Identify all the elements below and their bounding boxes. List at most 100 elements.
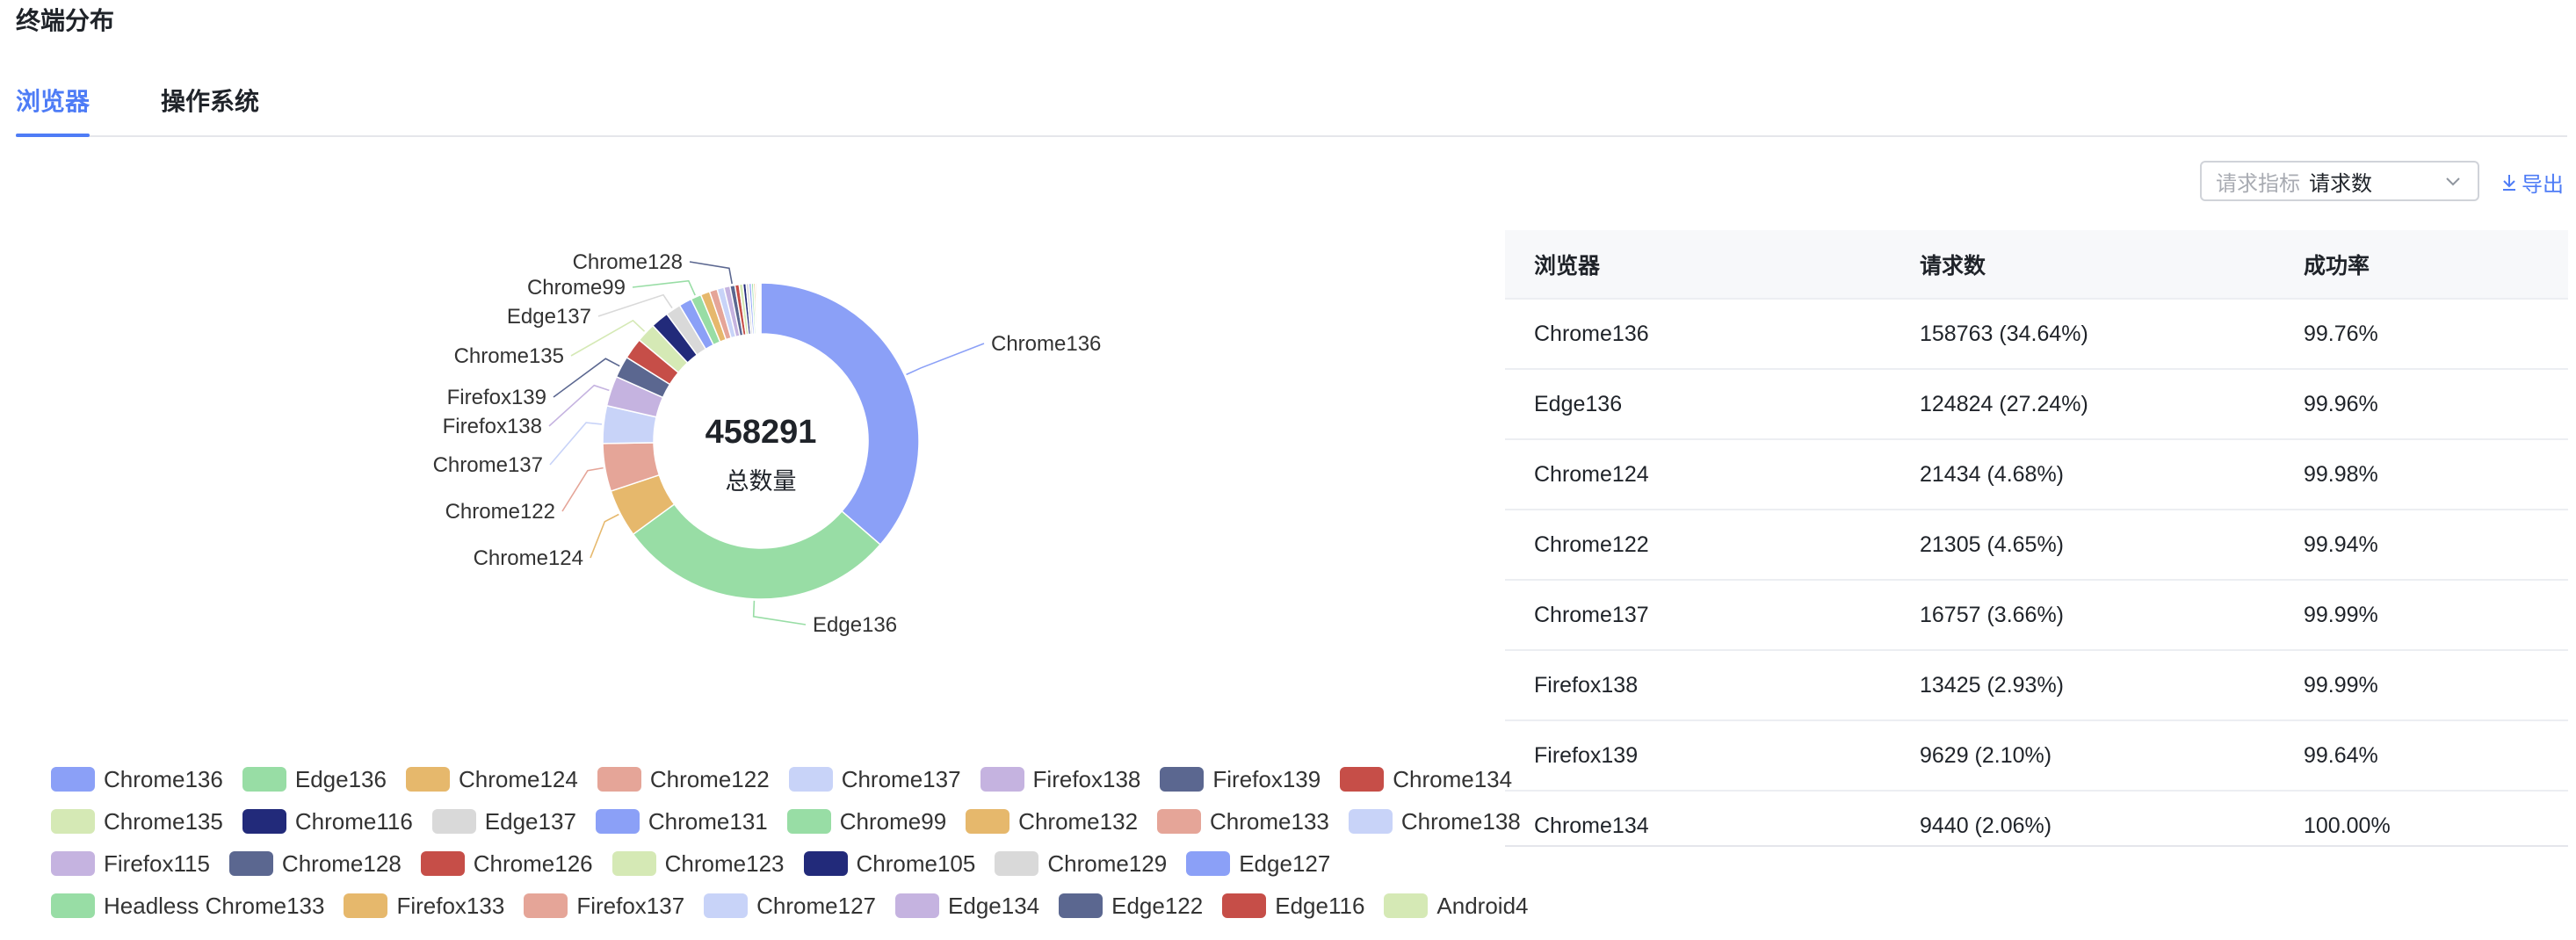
table-row[interactable]: Chrome124 21434 (4.68%) 99.98% bbox=[1505, 438, 2568, 510]
legend-item[interactable]: Chrome123 bbox=[611, 850, 785, 878]
legend-swatch bbox=[595, 809, 640, 834]
cell-requests: 21434 (4.68%) bbox=[1891, 438, 2275, 510]
legend-item[interactable]: Edge122 bbox=[1059, 893, 1203, 920]
cell-requests: 124824 (27.24%) bbox=[1891, 368, 2275, 439]
slice-edge136[interactable] bbox=[632, 503, 882, 600]
chart-legend: Chrome136 Edge136 Chrome124 Chrome122 Chrome… bbox=[51, 758, 1528, 927]
legend-swatch bbox=[51, 809, 95, 834]
cell-requests: 13425 (2.93%) bbox=[1891, 649, 2275, 720]
callout-label-chrome135: Chrome135 bbox=[454, 344, 564, 368]
legend-label: Chrome137 bbox=[841, 765, 961, 792]
legend-item[interactable]: Chrome136 bbox=[51, 766, 223, 793]
legend-item[interactable]: Firefox139 bbox=[1160, 766, 1321, 793]
legend-swatch bbox=[1384, 893, 1429, 918]
legend-item[interactable]: Chrome124 bbox=[405, 766, 578, 793]
callout-line-chrome136 bbox=[906, 343, 985, 376]
legend-swatch bbox=[995, 851, 1039, 876]
legend-item[interactable]: Firefox115 bbox=[51, 850, 210, 878]
center-label: 总数量 bbox=[726, 468, 797, 495]
legend-item[interactable]: Chrome131 bbox=[595, 808, 768, 835]
cell-success-rate: 99.76% bbox=[2275, 298, 2568, 369]
cell-requests: 16757 (3.66%) bbox=[1891, 579, 2275, 650]
legend-item[interactable]: Edge137 bbox=[431, 808, 576, 835]
table-row[interactable]: Firefox139 9629 (2.10%) 99.64% bbox=[1505, 719, 2568, 791]
export-button[interactable]: 导出 bbox=[2500, 167, 2564, 198]
table-body: Chrome136 158763 (34.64%) 99.76% Edge136 124… bbox=[1505, 298, 2568, 845]
legend-item[interactable]: Chrome137 bbox=[788, 765, 961, 793]
callout-line-chrome128 bbox=[689, 261, 733, 285]
table-header-row: 浏览器 请求数 成功率 bbox=[1505, 230, 2568, 299]
table-row[interactable]: Chrome137 16757 (3.66%) 99.99% bbox=[1505, 579, 2568, 650]
legend-item[interactable]: Edge134 bbox=[895, 893, 1039, 920]
legend-item[interactable]: Chrome99 bbox=[786, 807, 947, 835]
legend-item[interactable]: Firefox137 bbox=[524, 893, 684, 920]
legend-item[interactable]: Chrome132 bbox=[966, 808, 1138, 835]
tab-bar: 浏览器 操作系统 bbox=[16, 79, 2567, 137]
legend-item[interactable]: Firefox133 bbox=[344, 893, 504, 920]
legend-swatch bbox=[704, 893, 749, 918]
legend-swatch bbox=[242, 809, 286, 834]
cell-requests: 9440 (2.06%) bbox=[1891, 790, 2275, 845]
export-label: 导出 bbox=[2522, 173, 2564, 197]
table-row[interactable]: Chrome122 21305 (4.65%) 99.94% bbox=[1505, 509, 2568, 580]
cell-success-rate: 99.99% bbox=[2275, 579, 2568, 650]
metric-select[interactable]: 请求指标 请求数 bbox=[2200, 161, 2479, 201]
chevron-down-icon bbox=[2446, 177, 2460, 186]
legend-item[interactable]: Chrome128 bbox=[228, 850, 402, 878]
metric-select-label: 请求指标 bbox=[2216, 171, 2300, 196]
cell-browser: Chrome124 bbox=[1505, 438, 1891, 510]
legend-swatch bbox=[51, 851, 95, 876]
legend-item[interactable]: Chrome116 bbox=[242, 808, 413, 835]
legend-item[interactable]: Android4 bbox=[1384, 893, 1528, 920]
legend-swatch bbox=[1157, 809, 1202, 834]
browser-table: 浏览器 请求数 成功率 Chrome136 158763 (34.64%) 99.7… bbox=[1505, 230, 2568, 847]
table-row[interactable]: Firefox138 13425 (2.93%) 99.99% bbox=[1505, 649, 2568, 720]
legend-item[interactable]: Chrome127 bbox=[704, 893, 876, 920]
callout-label-chrome122: Chrome122 bbox=[445, 500, 555, 524]
legend-item[interactable]: Chrome135 bbox=[51, 808, 223, 835]
cell-success-rate: 99.96% bbox=[2275, 368, 2568, 439]
callout-label-chrome99: Chrome99 bbox=[527, 276, 626, 300]
legend-item[interactable]: Chrome138 bbox=[1348, 807, 1521, 835]
legend-label: Chrome138 bbox=[1400, 807, 1521, 835]
legend-item[interactable]: Chrome129 bbox=[995, 850, 1167, 878]
legend-swatch bbox=[1186, 851, 1231, 876]
legend-item[interactable]: Chrome134 bbox=[1340, 766, 1512, 793]
legend-item[interactable]: Chrome122 bbox=[597, 766, 770, 793]
legend-item[interactable]: Edge127 bbox=[1186, 850, 1330, 878]
callout-label-chrome124: Chrome124 bbox=[474, 546, 583, 570]
legend-item[interactable]: Headless Chrome133 bbox=[51, 893, 324, 920]
legend-item[interactable]: Chrome105 bbox=[803, 850, 976, 878]
callout-label-chrome128: Chrome128 bbox=[573, 250, 683, 274]
cell-success-rate: 99.94% bbox=[2275, 509, 2568, 580]
legend-item[interactable]: Firefox138 bbox=[980, 765, 1141, 793]
callout-label-edge136: Edge136 bbox=[813, 613, 897, 637]
legend-swatch bbox=[524, 893, 568, 918]
legend-item[interactable]: Edge136 bbox=[242, 766, 387, 793]
table-row[interactable]: Chrome136 158763 (34.64%) 99.76% bbox=[1505, 298, 2568, 369]
legend-swatch bbox=[786, 809, 831, 834]
legend-item[interactable]: Chrome126 bbox=[420, 850, 593, 878]
legend-swatch bbox=[597, 767, 641, 792]
legend-label: Chrome99 bbox=[839, 807, 947, 835]
legend-label: Edge136 bbox=[294, 765, 387, 792]
tab-browser[interactable]: 浏览器 bbox=[16, 84, 90, 119]
legend-label: Chrome128 bbox=[281, 850, 402, 877]
legend-label: Firefox138 bbox=[1032, 765, 1141, 792]
active-tab-indicator bbox=[16, 134, 90, 137]
legend-item[interactable]: Chrome133 bbox=[1157, 808, 1329, 835]
table-row[interactable]: Chrome134 9440 (2.06%) 100.00% bbox=[1505, 790, 2568, 845]
legend-label: Chrome135 bbox=[104, 807, 223, 835]
legend-label: Chrome105 bbox=[856, 850, 976, 877]
legend-swatch bbox=[803, 851, 848, 876]
cell-requests: 9629 (2.10%) bbox=[1891, 719, 2275, 791]
tab-os[interactable]: 操作系统 bbox=[161, 84, 259, 119]
callout-line-firefox138 bbox=[548, 384, 610, 427]
legend-item[interactable]: Edge116 bbox=[1222, 893, 1364, 920]
legend-label: Headless Chrome133 bbox=[104, 892, 325, 919]
legend-label: Chrome127 bbox=[756, 892, 877, 919]
legend-label: Android4 bbox=[1436, 892, 1529, 919]
legend-label: Chrome116 bbox=[294, 807, 413, 835]
table-row[interactable]: Edge136 124824 (27.24%) 99.96% bbox=[1505, 368, 2568, 439]
legend-swatch bbox=[966, 809, 1010, 834]
